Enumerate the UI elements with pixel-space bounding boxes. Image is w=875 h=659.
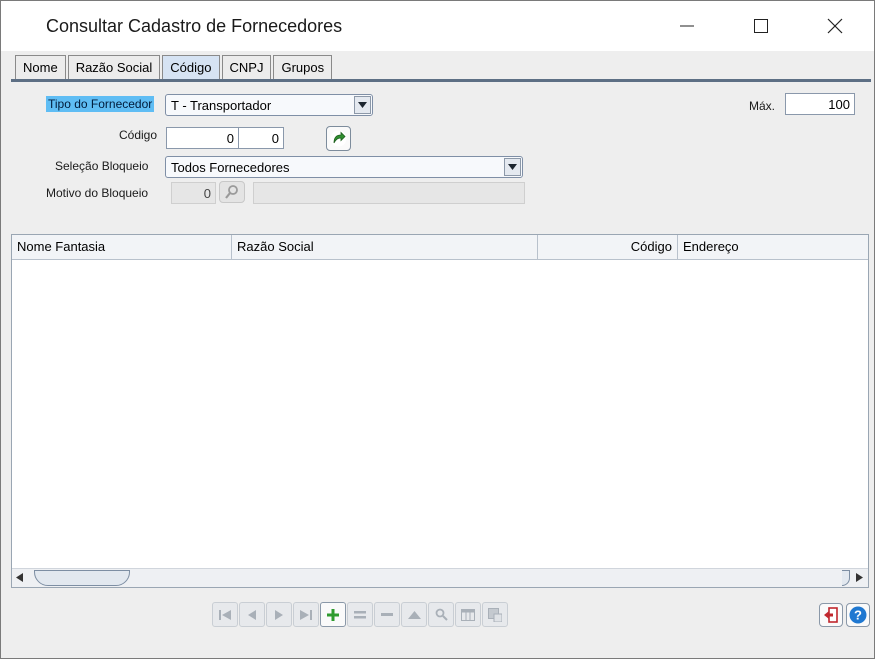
selecao-bloqueio-select[interactable]: Todos Fornecedores <box>165 156 523 178</box>
tab-cnpj[interactable]: CNPJ <box>221 55 272 79</box>
previous-record-icon <box>248 609 256 620</box>
results-grid: Nome Fantasia Razão Social Código Endere… <box>11 234 869 588</box>
add-record-button[interactable] <box>320 602 346 627</box>
equals-icon <box>354 610 366 618</box>
tab-codigo[interactable]: Código <box>162 55 220 79</box>
edit-record-button[interactable] <box>347 602 373 627</box>
scroll-left-icon <box>16 573 23 582</box>
selecao-bloqueio-value: Todos Fornecedores <box>171 159 290 175</box>
motivo-bloqueio-label: Motivo do Bloqueio <box>46 186 149 200</box>
column-header-codigo[interactable]: Código <box>538 235 678 259</box>
grid-view-button[interactable] <box>455 602 481 627</box>
next-record-icon <box>275 609 283 620</box>
tipo-fornecedor-select[interactable]: T - Transportador <box>165 94 373 116</box>
close-icon <box>827 18 843 34</box>
previous-record-button[interactable] <box>239 602 265 627</box>
plus-icon <box>327 608 339 621</box>
codigo-from-input[interactable]: 0 <box>166 127 239 149</box>
navigation-toolbar <box>212 602 509 628</box>
help-button[interactable]: ? <box>846 603 870 627</box>
tipo-fornecedor-value: T - Transportador <box>171 97 272 113</box>
minus-icon <box>381 612 393 616</box>
tipo-fornecedor-label: Tipo do Fornecedor <box>46 96 155 112</box>
lookup-button[interactable] <box>219 181 245 203</box>
chevron-down-icon[interactable] <box>504 158 521 176</box>
close-button[interactable] <box>799 1 871 51</box>
tab-divider <box>11 79 871 82</box>
table-icon <box>461 608 475 621</box>
export-icon <box>488 607 502 622</box>
motivo-desc-input[interactable] <box>253 182 525 204</box>
window-title: Consultar Cadastro de Fornecedores <box>46 16 343 36</box>
codigo-to-input[interactable]: 0 <box>238 127 284 149</box>
next-record-button[interactable] <box>266 602 292 627</box>
window: Consultar Cadastro de Fornecedores Nome … <box>0 0 875 659</box>
exit-icon <box>824 607 838 623</box>
go-button[interactable] <box>326 126 351 151</box>
grid-header: Nome Fantasia Razão Social Código Endere… <box>12 235 868 260</box>
title-bar: Consultar Cadastro de Fornecedores <box>1 1 874 51</box>
first-record-button[interactable] <box>212 602 238 627</box>
horizontal-scrollbar[interactable] <box>12 568 868 587</box>
scroll-right-cap <box>842 570 850 586</box>
first-record-icon <box>219 609 231 620</box>
tab-razao-social[interactable]: Razão Social <box>67 55 161 79</box>
green-arrow-icon <box>330 130 347 147</box>
column-header-nome-fantasia[interactable]: Nome Fantasia <box>12 235 232 259</box>
export-button[interactable] <box>482 602 508 627</box>
svg-text:?: ? <box>854 608 862 623</box>
maximize-button[interactable] <box>725 1 797 51</box>
search-icon <box>435 608 448 621</box>
triangle-up-icon <box>407 610 421 619</box>
minimize-icon <box>680 25 694 27</box>
search-tabs: Nome Razão Social Código CNPJ Grupos <box>15 55 334 80</box>
exit-button[interactable] <box>819 603 843 627</box>
scroll-right-icon <box>856 573 863 582</box>
help-icon: ? <box>849 606 867 624</box>
column-header-endereco[interactable]: Endereço <box>678 235 868 259</box>
maximize-icon <box>754 19 768 33</box>
delete-record-button[interactable] <box>374 602 400 627</box>
minimize-button[interactable] <box>651 1 723 51</box>
motivo-code-input[interactable]: 0 <box>171 182 216 204</box>
post-record-button[interactable] <box>401 602 427 627</box>
chevron-down-icon[interactable] <box>354 96 371 114</box>
tab-nome[interactable]: Nome <box>15 55 66 79</box>
last-record-button[interactable] <box>293 602 319 627</box>
max-input[interactable]: 100 <box>785 93 855 115</box>
codigo-label: Código <box>119 128 158 142</box>
scroll-thumb[interactable] <box>34 570 130 586</box>
max-label: Máx. <box>749 99 776 113</box>
last-record-icon <box>300 609 312 620</box>
search-record-button[interactable] <box>428 602 454 627</box>
magnifier-icon <box>225 185 238 199</box>
column-header-razao-social[interactable]: Razão Social <box>232 235 538 259</box>
tab-grupos[interactable]: Grupos <box>273 55 333 79</box>
selecao-bloqueio-label: Seleção Bloqueio <box>55 159 149 173</box>
